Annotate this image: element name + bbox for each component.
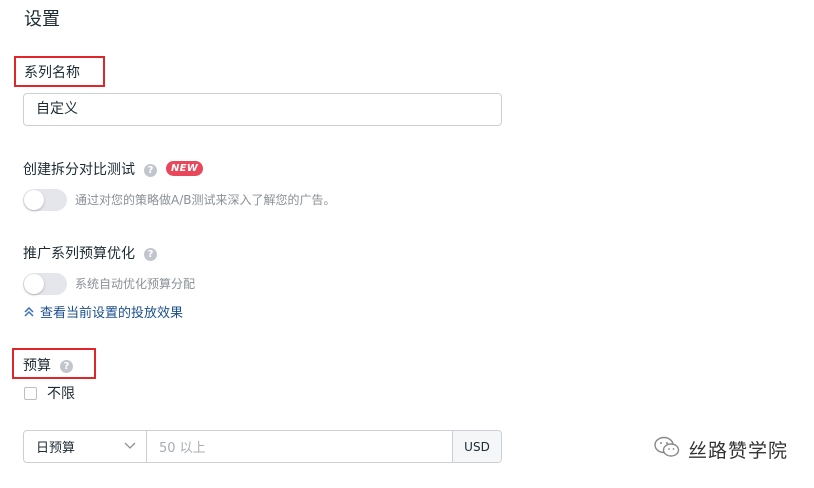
ab-test-description: 通过对您的策略做A/B测试来深入了解您的广告。: [75, 193, 336, 207]
toggle-knob: [24, 274, 44, 294]
ab-test-help-icon[interactable]: ?: [144, 164, 157, 177]
toggle-knob: [24, 190, 44, 210]
chevron-up-double-icon: [24, 304, 34, 322]
budget-type-value: 日预算: [36, 441, 76, 456]
campaign-name-input[interactable]: 自定义: [23, 93, 502, 126]
currency-label: USD: [452, 431, 501, 462]
chevron-down-icon: [124, 439, 136, 454]
cbo-help-icon[interactable]: ?: [144, 248, 157, 261]
campaign-name-label: 系列名称: [24, 65, 80, 81]
budget-input-group: 日预算 50 以上 USD: [23, 430, 502, 463]
new-badge: NEW: [166, 161, 204, 176]
budget-label: 预算: [23, 358, 51, 374]
watermark: 丝路赞学院: [654, 436, 788, 463]
unlimited-checkbox[interactable]: [24, 387, 37, 400]
unlimited-label: 不限: [47, 386, 75, 402]
cbo-label: 推广系列预算优化: [23, 246, 135, 262]
wechat-icon: [654, 436, 680, 463]
ab-test-label: 创建拆分对比测试: [23, 162, 135, 178]
cbo-toggle[interactable]: [23, 273, 67, 295]
view-effect-label: 查看当前设置的投放效果: [40, 306, 184, 321]
budget-type-select[interactable]: 日预算: [24, 431, 147, 462]
budget-amount-input[interactable]: 50 以上: [147, 431, 452, 462]
budget-help-icon[interactable]: ?: [60, 360, 73, 373]
watermark-text: 丝路赞学院: [688, 440, 789, 462]
ab-test-toggle[interactable]: [23, 189, 67, 211]
page-title: 设置: [24, 9, 60, 30]
cbo-description: 系统自动优化预算分配: [75, 277, 196, 291]
view-effect-link[interactable]: 查看当前设置的投放效果: [24, 304, 183, 323]
